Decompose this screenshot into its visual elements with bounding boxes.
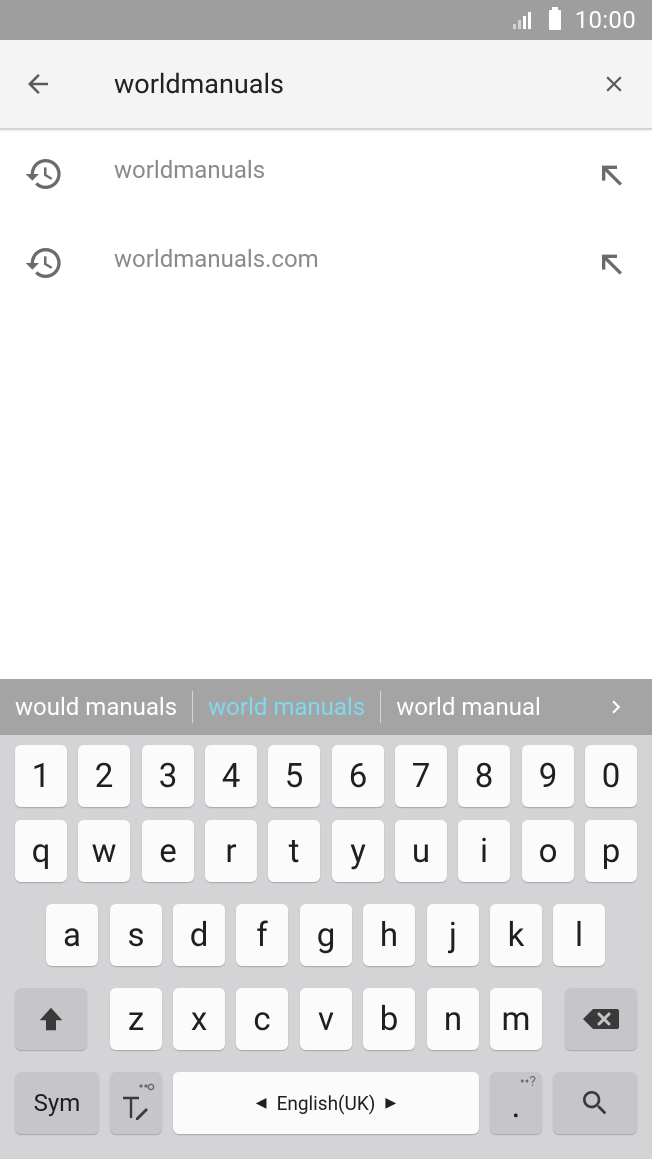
key-o[interactable]: o	[522, 820, 574, 882]
key-h[interactable]: h	[363, 904, 415, 966]
shift-key[interactable]	[15, 988, 87, 1050]
search-icon	[583, 1091, 607, 1115]
search-bar	[0, 40, 652, 130]
text-settings-key[interactable]	[110, 1072, 162, 1134]
key-7[interactable]: 7	[395, 745, 447, 807]
key-t[interactable]: t	[268, 820, 320, 882]
status-bar: 10:00	[0, 0, 652, 40]
search-key[interactable]	[553, 1072, 637, 1134]
space-key[interactable]: ◀ English(UK) ▶	[173, 1072, 479, 1134]
key-u[interactable]: u	[395, 820, 447, 882]
key-f[interactable]: f	[236, 904, 288, 966]
language-label: English(UK)	[276, 1091, 376, 1115]
period-key[interactable]: ••? .	[490, 1072, 542, 1134]
key-m[interactable]: m	[490, 988, 542, 1050]
sym-key[interactable]: Sym	[15, 1072, 99, 1134]
key-i[interactable]: i	[458, 820, 510, 882]
key-5[interactable]: 5	[268, 745, 320, 807]
prediction-word-selected[interactable]: world manuals	[193, 693, 380, 721]
suggestion-list: worldmanuals worldmanuals.com	[0, 130, 652, 308]
key-1[interactable]: 1	[15, 745, 67, 807]
key-y[interactable]: y	[332, 820, 384, 882]
key-8[interactable]: 8	[458, 745, 510, 807]
key-w[interactable]: w	[78, 820, 130, 882]
prediction-word[interactable]: world manual	[381, 693, 556, 721]
key-d[interactable]: d	[173, 904, 225, 966]
language-next-icon: ▶	[385, 1095, 397, 1111]
key-j[interactable]: j	[427, 904, 479, 966]
key-q[interactable]: q	[15, 820, 67, 882]
key-x[interactable]: x	[173, 988, 225, 1050]
key-k[interactable]: k	[490, 904, 542, 966]
key-e[interactable]: e	[142, 820, 194, 882]
key-c[interactable]: c	[236, 988, 288, 1050]
key-v[interactable]: v	[300, 988, 352, 1050]
clear-button[interactable]	[590, 60, 638, 108]
language-prev-icon: ◀	[255, 1095, 267, 1111]
insert-arrow-icon[interactable]	[592, 154, 632, 194]
suggestion-item[interactable]: worldmanuals.com	[0, 219, 652, 308]
key-l[interactable]: l	[553, 904, 605, 966]
key-9[interactable]: 9	[522, 745, 574, 807]
key-4[interactable]: 4	[205, 745, 257, 807]
key-s[interactable]: s	[110, 904, 162, 966]
text-settings-icon	[123, 1083, 155, 1120]
key-b[interactable]: b	[363, 988, 415, 1050]
key-g[interactable]: g	[300, 904, 352, 966]
status-time: 10:00	[574, 6, 636, 34]
key-r[interactable]: r	[205, 820, 257, 882]
key-a[interactable]: a	[46, 904, 98, 966]
chevron-right-icon	[612, 700, 621, 714]
backspace-icon	[583, 1009, 619, 1029]
key-n[interactable]: n	[427, 988, 479, 1050]
suggestion-text: worldmanuals.com	[114, 245, 319, 273]
signal-icon	[512, 10, 535, 30]
suggestion-text: worldmanuals	[114, 156, 266, 184]
key-0[interactable]: 0	[585, 745, 637, 807]
status-icons: 10:00	[512, 0, 636, 40]
history-icon	[25, 159, 61, 190]
back-arrow-icon	[28, 74, 48, 94]
key-2[interactable]: 2	[78, 745, 130, 807]
suggestion-item[interactable]: worldmanuals	[0, 130, 652, 219]
prediction-word[interactable]: would manuals	[0, 693, 192, 721]
key-3[interactable]: 3	[142, 745, 194, 807]
key-p[interactable]: p	[585, 820, 637, 882]
backspace-key[interactable]	[565, 988, 637, 1050]
insert-arrow-icon[interactable]	[592, 243, 632, 283]
key-z[interactable]: z	[110, 988, 162, 1050]
history-icon	[25, 248, 61, 278]
keyboard: 1 2 3 4 5 6 7 8 9 0 q w e r t y u i o p …	[0, 735, 652, 1159]
close-icon	[606, 76, 622, 92]
period-hint: ••?	[519, 1074, 536, 1090]
period-label: .	[511, 1086, 521, 1126]
key-6[interactable]: 6	[332, 745, 384, 807]
battery-icon	[548, 7, 561, 30]
back-button[interactable]	[14, 60, 62, 108]
search-input[interactable]	[114, 62, 574, 106]
prediction-bar: would manuals world manuals world manual	[0, 679, 652, 735]
prediction-expand-button[interactable]	[596, 687, 636, 727]
shift-icon	[39, 1007, 63, 1031]
